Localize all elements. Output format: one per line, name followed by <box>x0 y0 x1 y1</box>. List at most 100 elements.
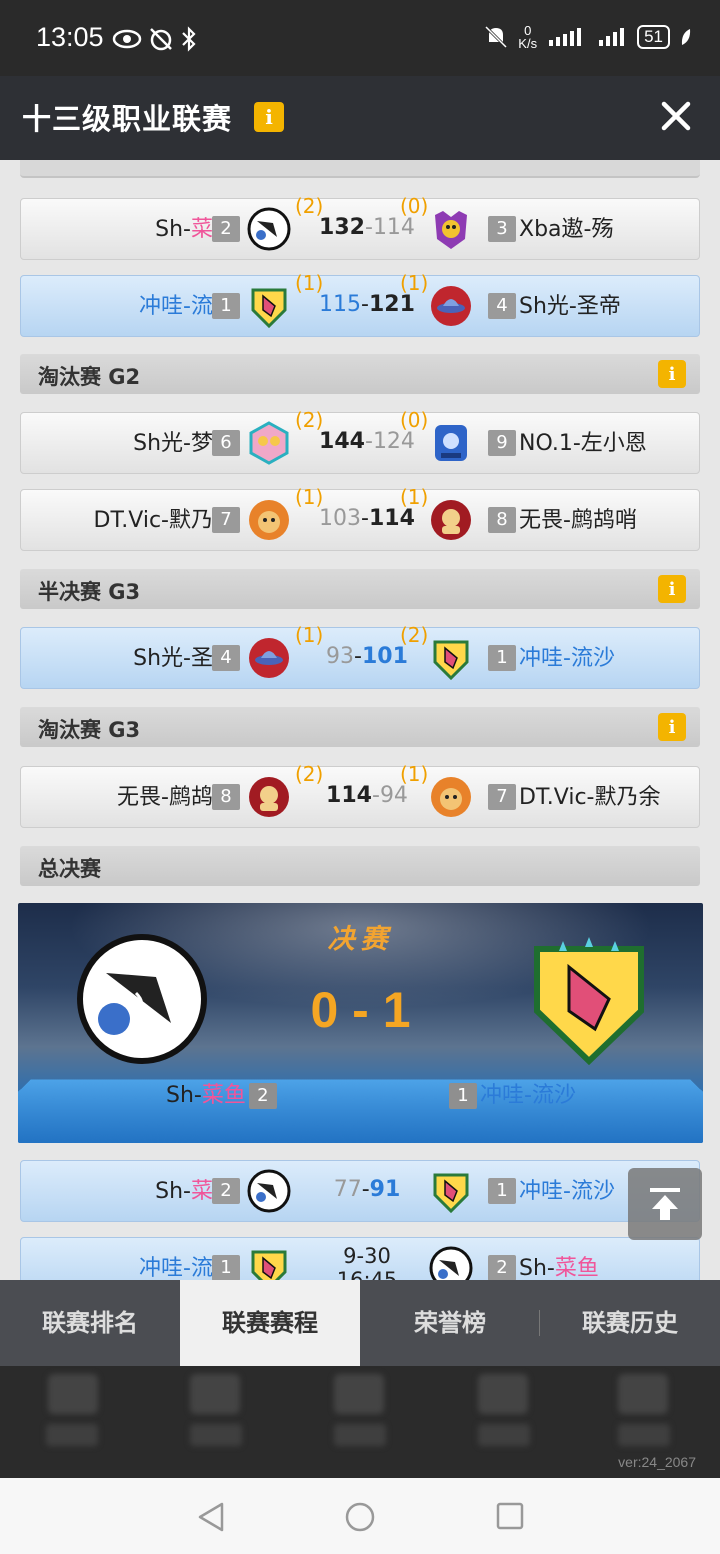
section-header: 总决赛 <box>20 846 700 886</box>
match-datetime: 9-30 16:45 <box>297 1244 437 1280</box>
seed-badge: 2 <box>488 1255 516 1280</box>
series-wins: (1) <box>400 271 428 295</box>
seed-badge: 2 <box>212 1178 240 1204</box>
title-bar: 十三级职业联赛 i <box>0 76 720 160</box>
match-score: 132-114 <box>297 215 437 240</box>
rocket-logo-icon <box>429 636 473 680</box>
page-title: 十三级职业联赛 <box>22 96 232 138</box>
match-row[interactable]: Sh光-圣帝 4 (1) 93-101 (2) 1 冲哇-流沙 <box>20 627 700 689</box>
shark-logo-icon <box>429 1246 473 1280</box>
rocket-logo-icon <box>523 933 655 1065</box>
alarm-off-icon <box>148 26 174 52</box>
seed-badge: 9 <box>488 430 516 456</box>
system-nav-bar <box>0 1478 720 1554</box>
section-header: 半决赛 G3 i <box>20 569 700 609</box>
match-score: 115-121 <box>297 292 437 317</box>
blurred-bottom-nav: ver:24_2067 <box>0 1366 720 1478</box>
seed-badge: 8 <box>212 784 240 810</box>
info-icon[interactable]: i <box>658 713 686 741</box>
match-row[interactable]: DT.Vic-默乃余 7 (1) 103-114 (1) 8 无畏-鹧鸪哨 <box>20 489 700 551</box>
version-label: ver:24_2067 <box>618 1454 696 1470</box>
ufo-logo-icon <box>429 284 473 328</box>
seed-badge: 3 <box>488 216 516 242</box>
match-score: 77-91 <box>297 1177 437 1202</box>
close-icon[interactable] <box>658 98 694 134</box>
shark-logo-icon <box>247 1169 291 1213</box>
right-player: Sh-菜鱼 <box>519 1238 599 1280</box>
seed-badge: 7 <box>212 507 240 533</box>
blurred-nav-icon <box>48 1374 98 1414</box>
home-circle-icon[interactable] <box>343 1500 377 1534</box>
schedule-list[interactable]: Sh-菜鱼 2 (2) 132-114 (0) 3 Xba遨-殇 冲哇-流沙 1… <box>0 160 720 1280</box>
section-header: 淘汰赛 G3 i <box>20 707 700 747</box>
tab-league-schedule[interactable]: 联赛赛程 <box>180 1280 360 1366</box>
info-icon[interactable]: i <box>254 102 284 132</box>
seed-badge: 1 <box>488 1178 516 1204</box>
signal-icon <box>547 26 587 48</box>
seed-badge: 2 <box>212 216 240 242</box>
match-row[interactable]: 冲哇-流沙 1 9-30 16:45 2 Sh-菜鱼 <box>20 1237 700 1280</box>
clock: 13:05 <box>36 22 104 53</box>
series-wins: (2) <box>400 623 428 647</box>
tab-league-history[interactable]: 联赛历史 <box>540 1280 720 1366</box>
right-player: Xba遨-殇 <box>519 199 613 261</box>
final-banner[interactable]: 决赛 0 - 1 Sh-菜鱼 2 1 冲哇-流沙 <box>18 903 703 1143</box>
rocket-logo-icon <box>247 1246 291 1280</box>
blurred-nav-label <box>334 1424 386 1446</box>
lion-logo-icon <box>429 775 473 819</box>
tab-honor-roll[interactable]: 荣誉榜 <box>360 1280 540 1366</box>
right-player: 冲哇-流沙 <box>519 628 615 690</box>
right-player: 无畏-鹧鸪哨 <box>519 490 637 552</box>
right-player: 冲哇-流沙 <box>519 1161 615 1223</box>
info-icon[interactable]: i <box>658 360 686 388</box>
series-wins: (1) <box>400 762 428 786</box>
rocket-logo-icon <box>247 284 291 328</box>
section-divider <box>20 160 700 178</box>
blurred-nav-label <box>46 1424 98 1446</box>
blurred-nav-label <box>478 1424 530 1446</box>
badge-logo-icon <box>429 421 473 465</box>
blurred-nav-icon <box>334 1374 384 1414</box>
seed-badge: 4 <box>212 645 240 671</box>
mute-bell-icon <box>484 24 508 50</box>
owl-logo-icon <box>247 421 291 465</box>
status-bar: 13:05 0 K/s 51 <box>0 0 720 76</box>
seed-badge: 6 <box>212 430 240 456</box>
blurred-nav-icon <box>618 1374 668 1414</box>
section-header: 淘汰赛 G2 i <box>20 354 700 394</box>
arrow-up-to-top-icon <box>628 1168 702 1240</box>
back-to-top-button[interactable] <box>628 1168 702 1240</box>
signal-icon-2 <box>597 26 627 48</box>
match-row[interactable]: Sh-菜鱼 2 77-91 1 冲哇-流沙 <box>20 1160 700 1222</box>
ufo-logo-icon <box>247 636 291 680</box>
portrait-logo-icon <box>247 775 291 819</box>
seed-badge: 8 <box>488 507 516 533</box>
recents-square-icon[interactable] <box>494 1500 526 1532</box>
match-score: 114-94 <box>297 783 437 808</box>
battery-indicator: 51 <box>637 25 670 49</box>
shark-logo-icon <box>247 207 291 251</box>
right-player: Sh光-圣帝 <box>519 276 621 338</box>
tab-bar: 联赛排名 联赛赛程 荣誉榜 联赛历史 <box>0 1280 720 1366</box>
tab-league-ranking[interactable]: 联赛排名 <box>0 1280 180 1366</box>
series-wins: (1) <box>400 485 428 509</box>
final-left-player: Sh-菜鱼 2 <box>166 1077 280 1109</box>
seed-badge: 7 <box>488 784 516 810</box>
court-graphic <box>18 1080 703 1143</box>
info-icon[interactable]: i <box>658 575 686 603</box>
back-triangle-icon[interactable] <box>196 1500 226 1534</box>
warrior-logo-icon <box>429 207 473 251</box>
net-speed: 0 K/s <box>518 24 537 50</box>
match-score: 103-114 <box>297 506 437 531</box>
match-row[interactable]: 冲哇-流沙 1 (1) 115-121 (1) 4 Sh光-圣帝 <box>20 275 700 337</box>
leaf-icon <box>680 27 692 47</box>
lion-logo-icon <box>247 498 291 542</box>
eye-icon <box>112 26 142 52</box>
seed-badge: 4 <box>488 293 516 319</box>
match-row[interactable]: Sh-菜鱼 2 (2) 132-114 (0) 3 Xba遨-殇 <box>20 198 700 260</box>
match-score: 93-101 <box>297 644 437 669</box>
match-row[interactable]: Sh光-梦梦 6 (2) 144-124 (0) 9 NO.1-左小恩 <box>20 412 700 474</box>
right-player: NO.1-左小恩 <box>519 413 647 475</box>
match-row[interactable]: 无畏-鹧鸪哨 8 (2) 114-94 (1) 7 DT.Vic-默乃余 <box>20 766 700 828</box>
series-wins: (0) <box>400 408 428 432</box>
